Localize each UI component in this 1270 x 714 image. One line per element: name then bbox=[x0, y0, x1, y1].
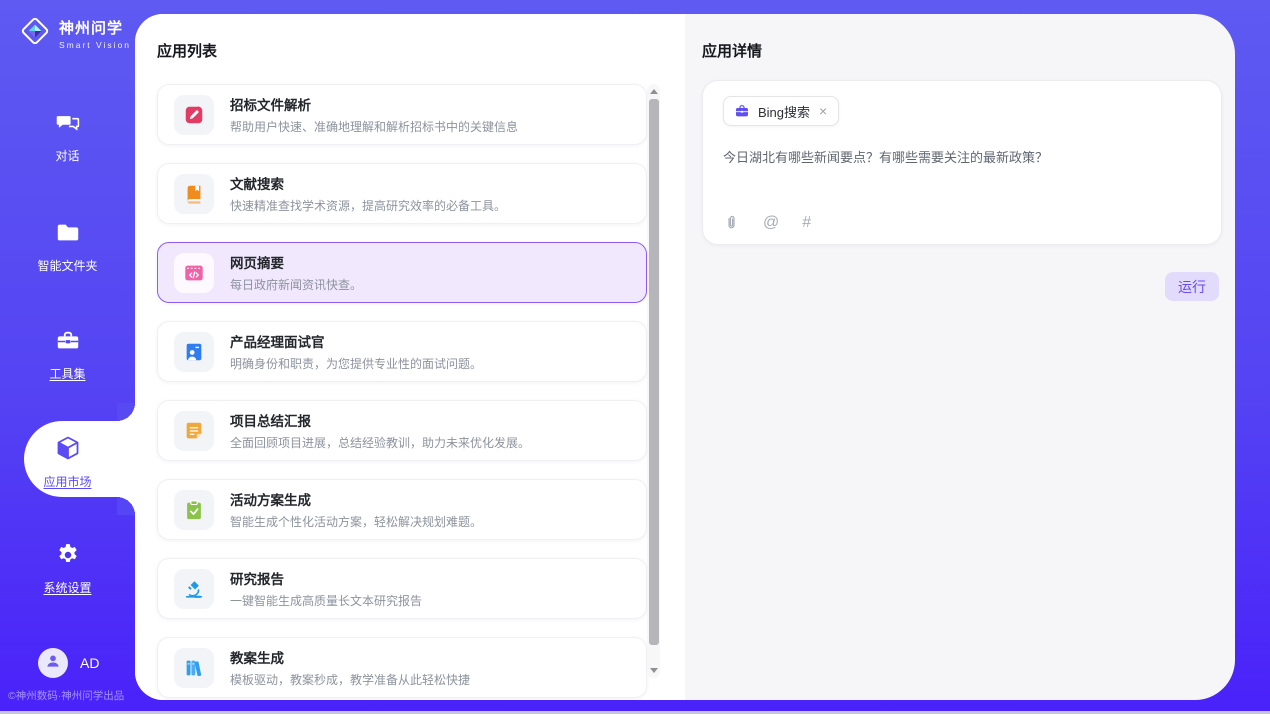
app-card[interactable]: 文献搜索 快速精准查找学术资源，提高研究效率的必备工具。 bbox=[157, 163, 647, 224]
brand-logo: 神州问学 Smart Vision bbox=[18, 14, 131, 53]
edit-doc-icon bbox=[174, 95, 214, 135]
app-card-title: 活动方案生成 bbox=[230, 489, 482, 509]
app-detail-title: 应用详情 bbox=[702, 40, 762, 61]
plan-check-icon bbox=[174, 490, 214, 530]
sidebar-item-label: 应用市场 bbox=[43, 473, 91, 490]
app-card-description: 每日政府新闻资讯快查。 bbox=[230, 276, 362, 293]
briefcase-icon bbox=[734, 103, 750, 119]
hash-icon[interactable]: # bbox=[802, 215, 811, 231]
browser-icon bbox=[174, 253, 214, 293]
app-card[interactable]: 教案生成 模板驱动，教案秒成，教学准备从此轻松快捷 bbox=[157, 637, 647, 698]
interview-icon bbox=[174, 332, 214, 372]
input-toolbar: @# bbox=[723, 214, 811, 231]
sidebar-item-folders[interactable]: 智能文件夹 bbox=[0, 220, 135, 274]
app-card-description: 模板驱动，教案秒成，教学准备从此轻松快捷 bbox=[230, 671, 470, 688]
app-card-title: 网页摘要 bbox=[230, 252, 362, 272]
tool-tag-bing[interactable]: Bing搜索 × bbox=[723, 96, 839, 126]
app-card[interactable]: 活动方案生成 智能生成个性化活动方案，轻松解决规划难题。 bbox=[157, 479, 647, 540]
books-icon bbox=[174, 648, 214, 688]
app-card-description: 明确身份和职责，为您提供专业性的面试问题。 bbox=[230, 355, 482, 372]
sidebar-item-label: 工具集 bbox=[49, 365, 85, 382]
gem-logo-icon bbox=[18, 14, 52, 53]
person-icon bbox=[44, 652, 62, 675]
sidebar-item-market[interactable]: 应用市场 bbox=[0, 434, 135, 490]
content-area: 应用列表 招标文件解析 帮助用户快速、准确地理解和解析招标书中的关键信息 文献搜… bbox=[135, 14, 1235, 700]
app-card-title: 教案生成 bbox=[230, 647, 470, 667]
copyright-text: ©神州数码·神州问学出品 bbox=[8, 688, 124, 703]
app-card[interactable]: 项目总结汇报 全面回顾项目进展，总结经验教训，助力未来优化发展。 bbox=[157, 400, 647, 461]
user-account[interactable]: AD bbox=[38, 648, 99, 678]
app-card-description: 快速精准查找学术资源，提高研究效率的必备工具。 bbox=[230, 197, 506, 214]
book-icon bbox=[174, 174, 214, 214]
app-card[interactable]: 网页摘要 每日政府新闻资讯快查。 bbox=[157, 242, 647, 303]
sidebar-item-chat[interactable]: 对话 bbox=[0, 110, 135, 164]
brand-name: 神州问学 bbox=[59, 17, 131, 38]
sidebar-item-tools[interactable]: 工具集 bbox=[0, 328, 135, 382]
app-card-description: 全面回顾项目进展，总结经验教训，助力未来优化发展。 bbox=[230, 434, 530, 451]
query-card: Bing搜索 × 今日湖北有哪些新闻要点？有哪些需要关注的最新政策？ @# bbox=[702, 80, 1222, 245]
sidebar: 神州问学 Smart Vision 对话 智能文件夹 工具集 应用市场 系统设置… bbox=[0, 0, 135, 714]
scroll-up-icon[interactable] bbox=[647, 85, 660, 98]
paperclip-icon[interactable] bbox=[723, 214, 740, 231]
report-icon bbox=[174, 411, 214, 451]
app-card[interactable]: 产品经理面试官 明确身份和职责，为您提供专业性的面试问题。 bbox=[157, 321, 647, 382]
sidebar-item-settings[interactable]: 系统设置 bbox=[0, 542, 135, 596]
scroll-down-icon[interactable] bbox=[647, 664, 660, 677]
brand-subtitle: Smart Vision bbox=[59, 40, 131, 50]
toolbox-icon bbox=[55, 328, 81, 359]
sidebar-item-label: 系统设置 bbox=[43, 579, 91, 596]
cube-icon bbox=[54, 434, 82, 467]
folder-icon bbox=[55, 220, 81, 251]
app-card-description: 帮助用户快速、准确地理解和解析招标书中的关键信息 bbox=[230, 118, 518, 135]
sidebar-item-label: 对话 bbox=[55, 147, 79, 164]
scrollbar-thumb[interactable] bbox=[649, 99, 659, 645]
chat-icon bbox=[55, 110, 81, 141]
sidebar-item-label: 智能文件夹 bbox=[37, 257, 97, 274]
user-initials: AD bbox=[80, 655, 99, 671]
app-detail-panel: 应用详情 Bing搜索 × 今日湖北有哪些新闻要点？有哪些需要关注的最新政策？ … bbox=[685, 14, 1235, 700]
app-card-description: 智能生成个性化活动方案，轻松解决规划难题。 bbox=[230, 513, 482, 530]
app-list-panel: 应用列表 招标文件解析 帮助用户快速、准确地理解和解析招标书中的关键信息 文献搜… bbox=[135, 14, 685, 700]
app-card[interactable]: 研究报告 一键智能生成高质量长文本研究报告 bbox=[157, 558, 647, 619]
close-icon[interactable]: × bbox=[818, 104, 828, 118]
app-card[interactable]: 招标文件解析 帮助用户快速、准确地理解和解析招标书中的关键信息 bbox=[157, 84, 647, 145]
avatar bbox=[38, 648, 68, 678]
app-card-description: 一键智能生成高质量长文本研究报告 bbox=[230, 592, 422, 609]
app-card-title: 产品经理面试官 bbox=[230, 331, 482, 351]
query-text[interactable]: 今日湖北有哪些新闻要点？有哪些需要关注的最新政策？ bbox=[723, 147, 1201, 166]
run-button[interactable]: 运行 bbox=[1165, 272, 1219, 301]
app-card-title: 招标文件解析 bbox=[230, 94, 518, 114]
app-card-title: 文献搜索 bbox=[230, 173, 506, 193]
app-card-title: 项目总结汇报 bbox=[230, 410, 530, 430]
app-card-title: 研究报告 bbox=[230, 568, 422, 588]
scrollbar[interactable] bbox=[647, 84, 660, 678]
app-list-title: 应用列表 bbox=[157, 40, 217, 61]
mention-icon[interactable]: @ bbox=[763, 215, 779, 231]
tool-tag-label: Bing搜索 bbox=[758, 102, 810, 121]
gear-icon bbox=[55, 542, 81, 573]
microscope-icon bbox=[174, 569, 214, 609]
app-list: 招标文件解析 帮助用户快速、准确地理解和解析招标书中的关键信息 文献搜索 快速精… bbox=[157, 84, 647, 700]
